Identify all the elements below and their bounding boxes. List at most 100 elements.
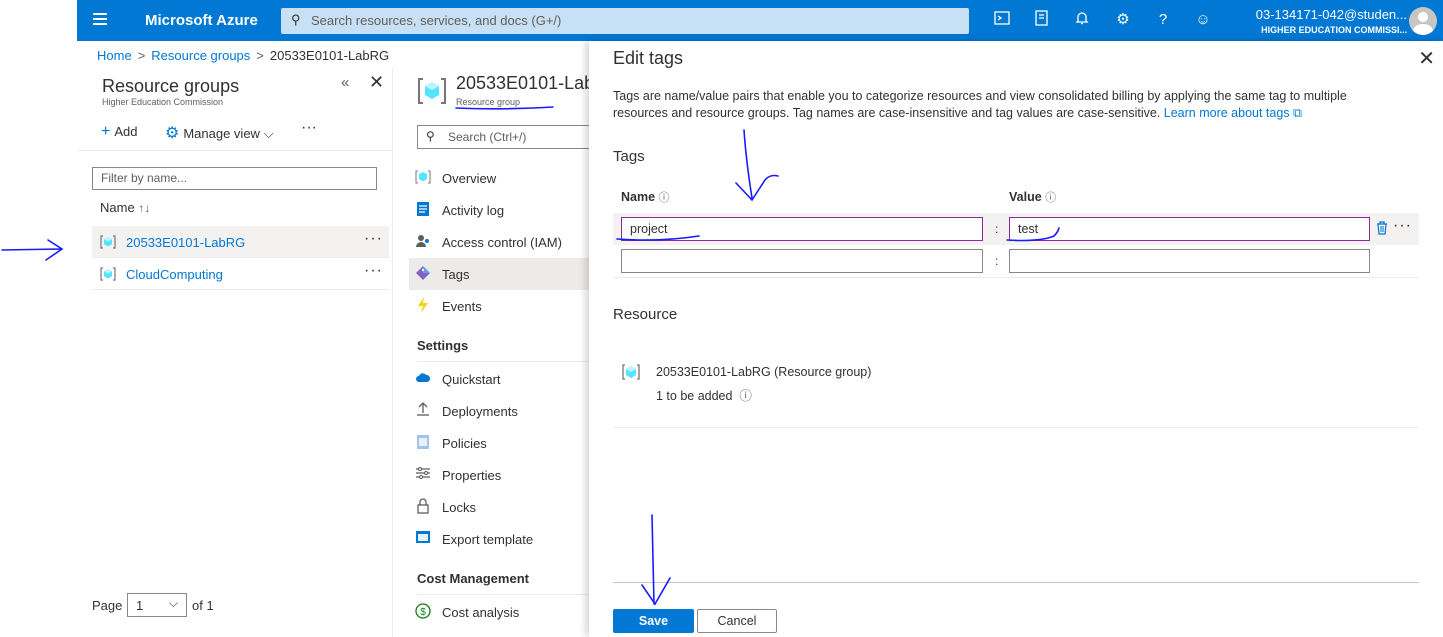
cost-management-heading: Cost Management bbox=[417, 571, 529, 586]
learn-more-link[interactable]: Learn more about tags ⧉ bbox=[1164, 106, 1302, 120]
tag-colon: : bbox=[995, 222, 999, 236]
account-org: HIGHER EDUCATION COMMISSI... bbox=[1261, 25, 1407, 35]
tag-value-input[interactable]: test bbox=[1009, 217, 1370, 241]
divider bbox=[417, 594, 589, 595]
settings-icon[interactable]: ⚙ bbox=[1113, 10, 1133, 30]
search-icon: ⚲ bbox=[426, 129, 435, 143]
filter-input[interactable]: Filter by name... bbox=[92, 167, 377, 190]
directory-filter-icon[interactable] bbox=[1032, 10, 1052, 30]
value-header-label: Value bbox=[1009, 190, 1042, 204]
page-of: of 1 bbox=[192, 598, 214, 613]
nav-label: Policies bbox=[442, 436, 487, 451]
tag-value-input[interactable] bbox=[1009, 249, 1370, 273]
feedback-icon[interactable]: ☺ bbox=[1193, 10, 1213, 30]
breadcrumb-resource-groups[interactable]: Resource groups bbox=[151, 48, 250, 63]
add-label: Add bbox=[114, 124, 138, 139]
properties-icon bbox=[415, 466, 431, 482]
account-menu[interactable]: 03-134171-042@studen... HIGHER EDUCATION… bbox=[1256, 7, 1407, 35]
name-header-label: Name bbox=[621, 190, 656, 204]
nav-locks[interactable]: Locks bbox=[409, 491, 589, 523]
resource-group-link[interactable]: CloudComputing bbox=[126, 267, 223, 282]
nav-label: Access control (IAM) bbox=[442, 235, 562, 250]
name-column-header[interactable]: Name ↑↓ bbox=[100, 200, 150, 215]
nav-deployments[interactable]: Deployments bbox=[409, 395, 589, 427]
tag-row: project : test ··· bbox=[613, 213, 1419, 245]
avatar[interactable] bbox=[1409, 7, 1437, 35]
nav-events[interactable]: Events bbox=[409, 290, 589, 322]
add-button[interactable]: + Add bbox=[101, 123, 137, 141]
cloud-shell-icon[interactable] bbox=[992, 10, 1012, 30]
row-more-icon[interactable]: ··· bbox=[1393, 217, 1412, 235]
name-column-header: Name ⓘ bbox=[621, 189, 670, 205]
breadcrumb-current: 20533E0101-LabRG bbox=[269, 48, 390, 63]
manage-view-label: Manage view bbox=[183, 126, 260, 141]
nav-label: Overview bbox=[442, 171, 497, 186]
menu-search-placeholder: Search (Ctrl+/) bbox=[448, 130, 527, 144]
blade-title: Resource groups bbox=[102, 76, 240, 96]
info-icon[interactable]: ⓘ bbox=[659, 192, 670, 204]
manage-view-button[interactable]: ⚙ Manage view ⌵ bbox=[165, 123, 273, 143]
nav-overview[interactable]: Overview bbox=[409, 162, 589, 194]
list-item[interactable]: CloudComputing ··· bbox=[92, 258, 389, 290]
global-search-placeholder: Search resources, services, and docs (G+… bbox=[311, 13, 562, 28]
nav-label: Properties bbox=[442, 468, 502, 483]
row-more-icon[interactable]: ··· bbox=[364, 262, 383, 280]
page-label: Page bbox=[92, 598, 123, 613]
hamburger-menu-icon[interactable] bbox=[93, 13, 107, 25]
tag-name-input[interactable] bbox=[621, 249, 983, 273]
nav-label: Locks bbox=[442, 500, 476, 515]
nav-label: Quickstart bbox=[442, 372, 501, 387]
list-item[interactable]: 20533E0101-LabRG ··· bbox=[92, 226, 389, 258]
tag-name-input[interactable]: project bbox=[621, 217, 983, 241]
nav-label: Activity log bbox=[442, 203, 505, 218]
close-icon[interactable]: ✕ bbox=[369, 72, 384, 93]
resource-group-title: 20533E0101-LabRG bbox=[456, 73, 589, 93]
collapse-icon[interactable]: « bbox=[341, 74, 349, 91]
nav-policies[interactable]: Policies bbox=[409, 427, 589, 459]
iam-icon bbox=[415, 233, 431, 249]
pagination: Page 1 ⌵ of 1 bbox=[92, 593, 214, 617]
global-search-input[interactable]: ⚲ Search resources, services, and docs (… bbox=[281, 8, 969, 34]
search-icon: ⚲ bbox=[291, 12, 301, 27]
page-select[interactable]: 1 ⌵ bbox=[127, 593, 187, 617]
more-button[interactable]: ··· bbox=[301, 119, 317, 137]
page-value: 1 bbox=[136, 598, 144, 613]
overview-icon bbox=[415, 169, 431, 185]
delete-icon[interactable] bbox=[1376, 221, 1388, 235]
nav-quickstart[interactable]: Quickstart bbox=[409, 363, 589, 395]
resource-group-icon bbox=[100, 235, 116, 249]
cancel-button[interactable]: Cancel bbox=[697, 609, 777, 633]
breadcrumb-separator: > bbox=[256, 48, 264, 63]
nav-label: Cost analysis bbox=[442, 605, 520, 620]
nav-activity-log[interactable]: Activity log bbox=[409, 194, 589, 226]
notifications-icon[interactable] bbox=[1072, 10, 1092, 30]
info-icon[interactable]: ⓘ bbox=[1045, 192, 1056, 204]
activity-log-icon bbox=[415, 201, 431, 217]
nav-access-control[interactable]: Access control (IAM) bbox=[409, 226, 589, 258]
nav-cost-analysis[interactable]: $ Cost analysis bbox=[409, 596, 589, 628]
sort-icon: ↑↓ bbox=[138, 201, 151, 215]
info-icon[interactable]: ⓘ bbox=[739, 389, 752, 403]
nav-properties[interactable]: Properties bbox=[409, 459, 589, 491]
export-icon bbox=[415, 530, 431, 546]
menu-search-input[interactable]: ⚲ Search (Ctrl+/) bbox=[417, 125, 589, 149]
edit-tags-panel: Edit tags ✕ Tags are name/value pairs th… bbox=[589, 41, 1443, 637]
footer-divider bbox=[613, 582, 1419, 583]
top-bar: Microsoft Azure ⚲ Search resources, serv… bbox=[77, 0, 1443, 41]
close-icon[interactable]: ✕ bbox=[1418, 46, 1435, 71]
resource-status-text: 1 to be added bbox=[656, 389, 733, 403]
nav-export-template[interactable]: Export template bbox=[409, 523, 589, 555]
nav-label: Events bbox=[442, 299, 482, 314]
tag-icon bbox=[415, 265, 431, 281]
resource-group-link[interactable]: 20533E0101-LabRG bbox=[126, 235, 245, 250]
row-more-icon[interactable]: ··· bbox=[364, 230, 383, 248]
brand-title[interactable]: Microsoft Azure bbox=[145, 12, 258, 29]
resource-group-blade: 20533E0101-LabRG Resource group ⚲ Search… bbox=[393, 68, 589, 637]
value-column-header: Value ⓘ bbox=[1009, 189, 1056, 205]
help-icon[interactable]: ? bbox=[1153, 10, 1173, 30]
resource-group-icon bbox=[418, 78, 446, 104]
nav-tags[interactable]: Tags bbox=[409, 258, 589, 290]
save-button[interactable]: Save bbox=[613, 609, 694, 633]
resource-group-icon bbox=[622, 364, 640, 380]
breadcrumb-home[interactable]: Home bbox=[97, 48, 132, 63]
